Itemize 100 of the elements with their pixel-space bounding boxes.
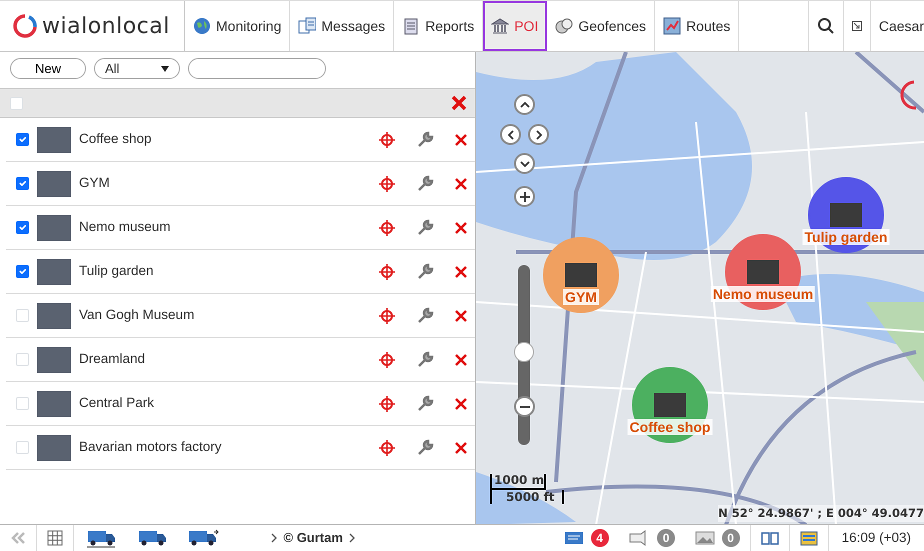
locate-button[interactable] [379,440,395,456]
crosshair-icon [379,176,395,192]
crosshair-icon [379,132,395,148]
nav-tab[interactable]: Monitoring [185,1,290,51]
wrench-icon [416,262,434,280]
delete-button[interactable] [455,354,467,366]
nav-tab[interactable]: Routes [655,1,740,51]
counter-badge: 0 [722,529,740,547]
poi-name[interactable]: Bavarian motors factory [79,437,371,458]
pan-left-icon [506,130,516,140]
checkbox[interactable] [16,221,29,234]
poi-name[interactable]: Van Gogh Museum [79,305,371,326]
search-field[interactable] [188,58,326,79]
photo-placeholder [830,203,862,227]
poi-name[interactable]: Nemo museum [79,217,371,238]
delete-button[interactable] [455,266,467,278]
double-chevron-icon [10,531,26,545]
wrench-icon [416,130,434,148]
locate-button[interactable] [379,132,395,148]
truck-icon [87,528,118,548]
circles-icon [555,17,574,35]
delete-all-button[interactable] [451,95,467,111]
delete-button[interactable] [455,398,467,410]
poi-name[interactable]: Coffee shop [79,129,371,150]
photo-placeholder [37,214,71,240]
nav-tab[interactable]: Geofences [547,1,656,51]
delete-button[interactable] [455,310,467,322]
counter-badge: 4 [590,529,609,547]
building-icon [491,17,510,35]
unit-direction-button[interactable] [188,528,219,548]
delete-button[interactable] [455,442,467,454]
delete-button[interactable] [455,222,467,234]
scale-label: 5000 ft [490,490,564,504]
poi-name[interactable]: Dreamland [79,349,371,370]
edit-button[interactable] [416,394,434,412]
close-icon [455,354,467,366]
wrench-icon [416,306,434,324]
photo-placeholder [565,263,597,287]
filter-dropdown[interactable]: All [94,58,180,79]
nav-tab[interactable]: Messages [290,1,394,51]
time-text: 16:09 (+03) [840,528,912,547]
edit-button[interactable] [416,218,434,236]
route-icon [663,17,682,35]
photo-placeholder [37,390,71,416]
image-icon [695,531,716,545]
crosshair-icon [379,264,395,280]
new-button[interactable]: New [10,58,86,79]
nav-tab[interactable]: POI [483,1,548,51]
close-icon [455,442,467,454]
copyright-text: © Gurtam [284,529,343,548]
edit-button[interactable] [416,262,434,280]
locate-button[interactable] [379,264,395,280]
truck-icon [138,528,168,548]
locate-button[interactable] [379,396,395,412]
edit-button[interactable] [416,306,434,324]
locate-button[interactable] [379,176,395,192]
checkbox[interactable] [16,133,29,146]
logo-text: wialonlocal [42,12,170,40]
poi-name[interactable]: Tulip garden [79,261,371,282]
counter-badge: 0 [657,529,676,547]
delete-button[interactable] [455,134,467,146]
truck-icon [188,528,219,548]
edit-button[interactable] [416,130,434,148]
close-icon [455,178,467,190]
pan-right-icon [534,130,544,140]
grid-icon [47,530,63,546]
scale-label: 1000 m [490,474,546,490]
locate-button[interactable] [379,308,395,324]
chevron-right-icon [349,533,356,543]
pan-down-icon [520,158,530,168]
counter-button[interactable]: 4 [554,525,619,551]
resize-icon [852,21,862,31]
photo-placeholder [37,170,71,196]
coordinates-text: N 52° 24.9867' ; E 004° 49.0477 [718,504,924,522]
poi-name[interactable]: GYM [79,173,371,194]
photo-placeholder [37,346,71,372]
photo-placeholder [37,258,71,284]
edit-button[interactable] [416,174,434,192]
units-button[interactable] [87,528,118,548]
book-button[interactable] [750,525,790,551]
edit-button[interactable] [416,350,434,368]
crosshair-icon [379,352,395,368]
crosshair-icon [379,396,395,412]
wrench-icon [416,394,434,412]
wrench-icon [416,350,434,368]
close-icon [455,310,467,322]
user-name[interactable]: Caesar [870,1,924,51]
locate-button[interactable] [379,352,395,368]
close-icon [451,95,467,111]
search-icon [816,17,835,35]
poi-name[interactable]: Central Park [79,393,371,414]
locate-button[interactable] [379,220,395,236]
edit-button[interactable] [416,438,434,456]
photo-placeholder [747,260,779,284]
checkbox[interactable] [16,177,29,190]
marker-label: Coffee shop [628,419,712,436]
unit-names-button[interactable] [138,528,168,548]
delete-button[interactable] [455,178,467,190]
checkbox[interactable] [16,265,29,278]
crosshair-icon [379,308,395,324]
